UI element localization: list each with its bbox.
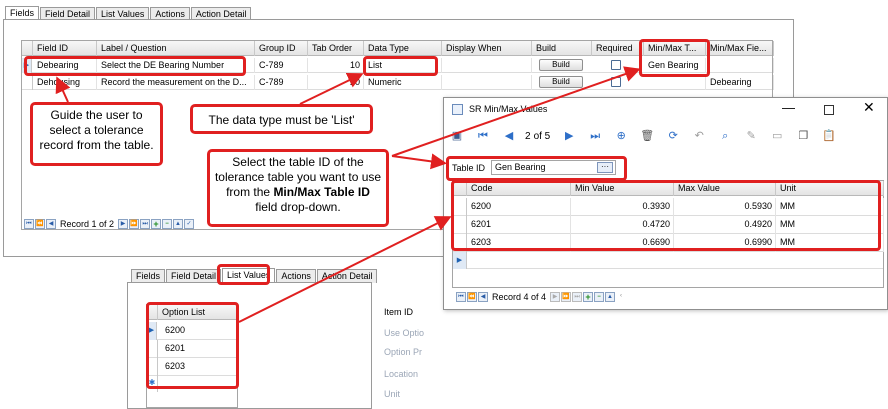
lv-label-location: Location xyxy=(384,369,419,379)
highlight-field-row xyxy=(24,56,246,76)
edit-record-icon[interactable]: ▲ xyxy=(605,292,616,302)
highlight-minmax-table xyxy=(639,39,710,77)
scroll-left-icon[interactable]: ‹ xyxy=(616,292,626,302)
lv-tab-field-detail[interactable]: Field Detail xyxy=(166,269,222,283)
undo-icon[interactable]: ↶ xyxy=(691,128,707,144)
next-record-icon[interactable]: ▶ xyxy=(118,219,129,229)
minimize-icon[interactable]: — xyxy=(782,100,795,115)
record-navigator: ⏮ ⏪ ◀ Record 1 of 2 ▶ ⏩ ⏭ + − ▲ ✓ xyxy=(24,219,195,229)
callout-table-id-tail: field drop-down. xyxy=(255,200,341,214)
last-record-icon[interactable]: ⏭ xyxy=(587,128,603,144)
col-required[interactable]: Required xyxy=(592,41,644,56)
record-counter: Record 4 of 4 xyxy=(492,292,547,302)
prev-record-icon[interactable]: ◀ xyxy=(478,292,488,302)
cell-minmax-field[interactable]: Debearing xyxy=(706,75,774,90)
window-toolbar: ▣ ⏮ ◀ 2 of 5 ▶ ⏭ ⊕ 🗑 ⟳ ↶ ⌕ ✎ ▭ ❐ 📋 xyxy=(444,124,887,148)
col-build[interactable]: Build xyxy=(532,41,592,56)
prev-record-icon[interactable]: ◀ xyxy=(501,128,517,144)
prev-page-icon[interactable]: ⏪ xyxy=(467,292,477,302)
edit-record-icon[interactable]: ▲ xyxy=(173,219,184,229)
next-page-icon[interactable]: ⏩ xyxy=(561,292,572,302)
lv-label-use-option: Use Optio xyxy=(384,328,425,338)
next-record-icon[interactable]: ▶ xyxy=(550,292,561,302)
lv-tab-action-detail[interactable]: Action Detail xyxy=(316,269,378,283)
row-current-marker-icon: ▶ xyxy=(453,252,467,269)
delete-trash-icon[interactable]: 🗑 xyxy=(639,128,655,144)
record-counter: Record 1 of 2 xyxy=(60,219,115,229)
page-total: of 5 xyxy=(533,130,551,142)
highlight-minmax-rows xyxy=(451,180,881,251)
col-tab-order[interactable]: Tab Order xyxy=(308,41,364,56)
prev-record-icon[interactable]: ◀ xyxy=(46,219,56,229)
refresh-icon[interactable]: ⟳ xyxy=(665,128,681,144)
cell-display-when[interactable] xyxy=(442,58,532,73)
paste-icon[interactable]: 📋 xyxy=(821,128,837,144)
last-record-icon[interactable]: ⏭ xyxy=(572,292,583,302)
next-page-icon[interactable]: ⏩ xyxy=(129,219,140,229)
required-checkbox[interactable] xyxy=(611,77,621,87)
lv-label-item-id: Item ID xyxy=(384,307,414,317)
col-label[interactable]: Label / Question xyxy=(97,41,255,56)
col-field-id[interactable]: Field ID xyxy=(33,41,97,56)
end-edit-icon[interactable]: ✓ xyxy=(184,219,195,229)
window-titlebar[interactable]: SR Min/Max Values — ✕ xyxy=(444,98,887,122)
col-group-id[interactable]: Group ID xyxy=(255,41,308,56)
add-record-icon[interactable]: + xyxy=(151,219,162,229)
popup-record-navigator: ⏮ ⏪ ◀ Record 4 of 4 ▶ ⏩ ⏭ + − ▲ ‹ xyxy=(456,292,626,302)
lv-label-unit: Unit xyxy=(384,389,401,399)
table-row[interactable]: Dehousing Record the measurement on the … xyxy=(22,75,774,90)
highlight-table-id xyxy=(446,156,627,181)
build-button[interactable]: Build xyxy=(539,76,583,88)
cell-group-id[interactable]: C-789 xyxy=(255,58,308,73)
new-row[interactable]: ▶ xyxy=(453,252,883,269)
callout-table-id-bold: Min/Max Table ID xyxy=(273,185,370,199)
cell-tab-order[interactable]: 10 xyxy=(308,58,364,73)
maximize-icon[interactable] xyxy=(824,105,834,115)
required-checkbox[interactable] xyxy=(611,60,621,70)
window-title: SR Min/Max Values xyxy=(469,104,548,114)
first-record-icon[interactable]: ⏮ xyxy=(24,219,34,229)
add-icon[interactable]: ⊕ xyxy=(613,128,629,144)
attach-icon[interactable]: ✎ xyxy=(743,128,759,144)
cell-group-id[interactable]: C-789 xyxy=(255,75,308,90)
highlight-list-values-tab xyxy=(217,264,270,285)
highlight-data-type xyxy=(363,56,438,76)
delete-record-icon[interactable]: − xyxy=(594,292,605,302)
cell-label[interactable]: Record the measurement on the D... xyxy=(97,75,255,90)
cell-tab-order[interactable]: 20 xyxy=(308,75,364,90)
close-icon[interactable]: ✕ xyxy=(863,99,875,116)
app-window-icon xyxy=(452,104,463,115)
search-icon[interactable]: ⌕ xyxy=(717,128,733,144)
first-record-icon[interactable]: ⏮ xyxy=(456,292,466,302)
col-display-when[interactable]: Display When xyxy=(442,41,532,56)
cell-display-when[interactable] xyxy=(442,75,532,90)
last-record-icon[interactable]: ⏭ xyxy=(140,219,151,229)
cell-minmax-table[interactable] xyxy=(644,75,706,90)
col-data-type[interactable]: Data Type xyxy=(364,41,442,56)
callout-data-type: The data type must be 'List' xyxy=(190,104,373,134)
lv-tab-fields[interactable]: Fields xyxy=(131,269,166,283)
cell-data-type[interactable]: Numeric xyxy=(364,75,442,90)
cell-field-id[interactable]: Dehousing xyxy=(33,75,97,90)
next-record-icon[interactable]: ▶ xyxy=(561,128,577,144)
callout-table-id: Select the table ID of the tolerance tab… xyxy=(207,149,389,227)
prev-page-icon[interactable]: ⏪ xyxy=(35,219,45,229)
note-icon[interactable]: ▭ xyxy=(769,128,785,144)
row-selector-header xyxy=(22,41,33,56)
cell-minmax-field[interactable] xyxy=(706,58,774,73)
first-record-icon[interactable]: ⏮ xyxy=(475,128,491,144)
add-record-icon[interactable]: + xyxy=(583,292,594,302)
delete-record-icon[interactable]: − xyxy=(162,219,173,229)
highlight-option-list xyxy=(146,302,239,389)
callout-guide-user: Guide the user to select a tolerance rec… xyxy=(30,102,163,166)
page-current: 2 xyxy=(525,130,531,142)
save-icon[interactable]: ▣ xyxy=(449,128,465,144)
col-minmax-field[interactable]: Min/Max Fie... xyxy=(706,41,774,56)
build-button[interactable]: Build xyxy=(539,59,583,71)
lv-label-option-prompt: Option Pr xyxy=(384,347,423,357)
copy-icon[interactable]: ❐ xyxy=(795,128,811,144)
row-selector[interactable] xyxy=(22,75,33,90)
lv-tab-actions[interactable]: Actions xyxy=(276,269,316,283)
